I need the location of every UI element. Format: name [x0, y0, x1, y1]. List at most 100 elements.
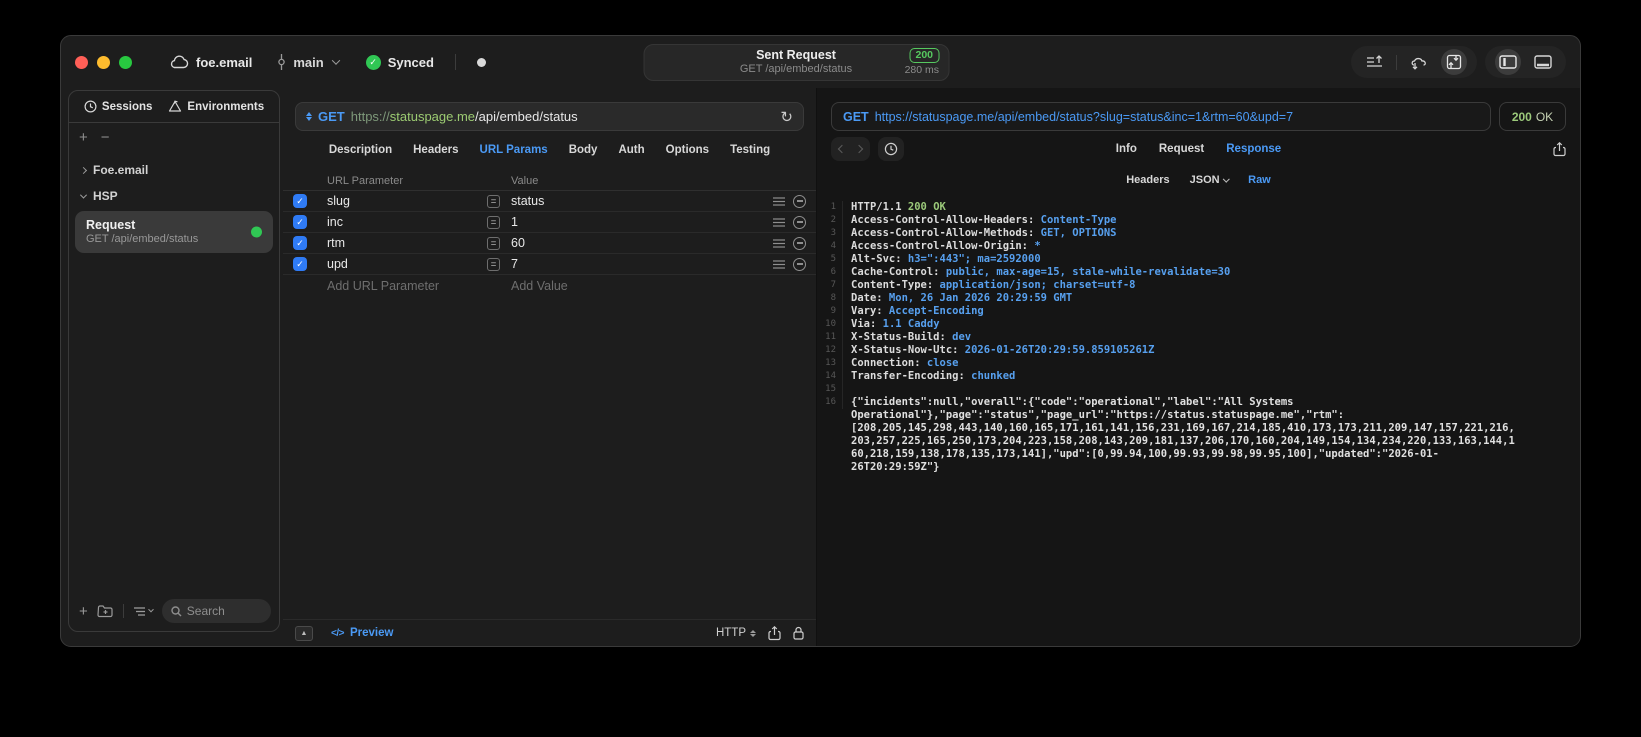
reorder-lines-icon[interactable]	[773, 217, 785, 227]
history-button[interactable]	[878, 137, 904, 161]
param-row-rtm[interactable]: ✓ rtm = 60	[283, 233, 816, 254]
export-list-button[interactable]	[1361, 49, 1387, 75]
param-checkbox[interactable]: ✓	[293, 215, 307, 229]
url-scheme: https://	[350, 109, 390, 124]
add-param-row[interactable]: Add URL Parameter Add Value	[283, 275, 816, 296]
equals-icon: =	[487, 236, 500, 250]
tree-group-hsp[interactable]: HSP	[69, 183, 279, 209]
param-value-input[interactable]: status	[511, 194, 754, 208]
response-line: 4 Access-Control-Allow-Origin: *	[817, 240, 1580, 253]
search-input[interactable]: Search	[161, 599, 271, 623]
tab-url-params[interactable]: URL Params	[480, 144, 548, 156]
request-list-item[interactable]: Request GET /api/embed/status	[75, 211, 273, 253]
tab-auth[interactable]: Auth	[618, 144, 644, 156]
sent-request-pill[interactable]: Sent Request GET /api/embed/status 200 2…	[643, 44, 950, 81]
toggle-sidebar-button[interactable]	[1495, 49, 1521, 75]
sync-status[interactable]: ✓ Synced	[365, 54, 434, 70]
subtab-json[interactable]: JSON	[1190, 174, 1230, 186]
response-line: 3 Access-Control-Allow-Methods: GET, OPTI…	[817, 227, 1580, 240]
tab-environments[interactable]: Environments	[168, 100, 264, 113]
export-response-button[interactable]	[1553, 141, 1566, 157]
remove-param-button[interactable]	[793, 215, 806, 229]
subtab-raw[interactable]: Raw	[1248, 174, 1271, 186]
line-number: 6	[817, 266, 843, 279]
request-method[interactable]: GET	[318, 109, 345, 124]
param-value-input[interactable]: 1	[511, 215, 754, 229]
param-name-input[interactable]: upd	[327, 257, 487, 271]
add-request-button[interactable]: +	[79, 604, 88, 619]
branch-menu[interactable]: main	[277, 54, 340, 70]
import-request-button[interactable]	[1441, 49, 1467, 75]
forward-button[interactable]	[854, 144, 864, 154]
tab-options[interactable]: Options	[666, 144, 709, 156]
request-tree: Foe.email HSP Request GET /api/embed/sta…	[69, 147, 279, 595]
protocol-select[interactable]: HTTP	[716, 627, 756, 639]
param-checkbox[interactable]: ✓	[293, 194, 307, 208]
remove-session-button[interactable]: −	[101, 129, 110, 146]
lock-icon[interactable]	[793, 626, 804, 640]
add-value-placeholder[interactable]: Add Value	[511, 279, 754, 293]
close-window-button[interactable]	[75, 55, 88, 69]
remove-param-button[interactable]	[793, 257, 806, 271]
tab-body[interactable]: Body	[569, 144, 598, 156]
param-row-inc[interactable]: ✓ inc = 1	[283, 212, 816, 233]
tab-request[interactable]: Request	[1159, 143, 1204, 155]
column-url-parameter: URL Parameter	[327, 174, 404, 187]
param-name-input[interactable]: inc	[327, 215, 487, 229]
response-body[interactable]: 1 HTTP/1.1 200 OK 2 Access-Control-Allow-He…	[817, 193, 1580, 646]
param-value-input[interactable]: 60	[511, 236, 754, 250]
equals-icon: =	[487, 215, 500, 229]
param-name-input[interactable]: rtm	[327, 236, 487, 250]
response-status-box: 200 OK	[1499, 102, 1566, 131]
sent-request-title: Sent Request	[756, 47, 836, 62]
sort-options-button[interactable]	[133, 606, 154, 617]
resend-request-button[interactable]: ↻	[780, 108, 793, 126]
collapse-panel-button[interactable]: ▲	[295, 625, 313, 641]
add-url-parameter-placeholder[interactable]: Add URL Parameter	[327, 279, 487, 293]
param-row-slug[interactable]: ✓ slug = status	[283, 191, 816, 212]
param-name-input[interactable]: slug	[327, 194, 487, 208]
line-number: 2	[817, 214, 843, 227]
sync-arrows-button[interactable]	[1406, 49, 1432, 75]
param-value-input[interactable]: 7	[511, 257, 754, 271]
request-url[interactable]: https://statuspage.me/api/embed/status	[351, 109, 578, 124]
minimize-window-button[interactable]	[97, 55, 110, 69]
response-line: 15	[817, 383, 1580, 396]
project-menu[interactable]: foe.email	[169, 55, 252, 70]
remove-param-button[interactable]	[793, 236, 806, 250]
tab-info[interactable]: Info	[1116, 143, 1137, 155]
line-number: 13	[817, 357, 843, 370]
response-pane: GET https://statuspage.me/api/embed/stat…	[817, 88, 1580, 646]
response-line: 6 Cache-Control: public, max-age=15, stal…	[817, 266, 1580, 279]
tab-sessions[interactable]: Sessions	[84, 100, 152, 113]
subtab-headers[interactable]: Headers	[1126, 174, 1169, 186]
cloud-icon	[170, 55, 189, 69]
remove-param-button[interactable]	[793, 194, 806, 208]
request-url-bar[interactable]: GET https://statuspage.me/api/embed/stat…	[295, 102, 804, 131]
sync-arrows-icon	[1411, 57, 1426, 70]
equals-icon: =	[487, 257, 500, 271]
toggle-bottom-panel-button[interactable]	[1530, 49, 1556, 75]
tab-response[interactable]: Response	[1226, 143, 1281, 155]
status-badge: 200	[909, 48, 940, 63]
tree-group-foe-email[interactable]: Foe.email	[69, 157, 279, 183]
reorder-lines-icon[interactable]	[773, 196, 785, 206]
add-session-button[interactable]: +	[79, 129, 88, 146]
preview-button[interactable]: </> Preview	[331, 627, 393, 639]
share-icon[interactable]	[768, 625, 781, 641]
tab-description[interactable]: Description	[329, 144, 392, 156]
new-folder-icon[interactable]	[97, 604, 114, 618]
tab-headers[interactable]: Headers	[413, 144, 458, 156]
param-checkbox[interactable]: ✓	[293, 236, 307, 250]
response-status-text: OK	[1535, 109, 1554, 124]
reorder-lines-icon[interactable]	[773, 259, 785, 269]
param-row-upd[interactable]: ✓ upd = 7	[283, 254, 816, 275]
param-checkbox[interactable]: ✓	[293, 257, 307, 271]
response-request-line[interactable]: GET https://statuspage.me/api/embed/stat…	[831, 102, 1491, 131]
zoom-window-button[interactable]	[119, 55, 132, 69]
sidebar-panel: Sessions Environments + − Foe.email HSP …	[68, 90, 280, 632]
response-line: 10 Via: 1.1 Caddy	[817, 318, 1580, 331]
tab-testing[interactable]: Testing	[730, 144, 770, 156]
back-button[interactable]	[837, 144, 847, 154]
reorder-lines-icon[interactable]	[773, 238, 785, 248]
